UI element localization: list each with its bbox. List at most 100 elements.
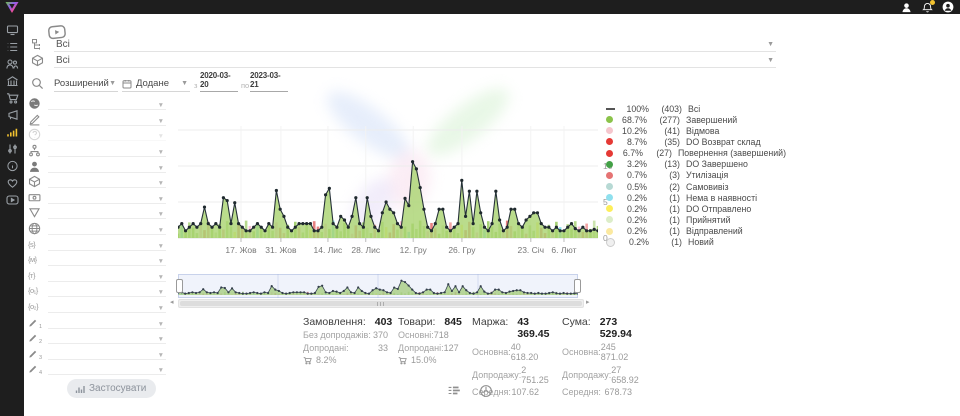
stat-subvalue: 678.73 xyxy=(604,387,632,397)
sidebar-item-tune[interactable] xyxy=(5,143,19,155)
stat-subrow: Допродажу:27 658.92 xyxy=(562,365,632,385)
filter-select-pencil-2[interactable]: 2▼ xyxy=(28,330,164,346)
legend-label: Повернення (завершений) xyxy=(678,148,786,158)
list-view-icon[interactable] xyxy=(447,384,461,398)
legend-item[interactable]: 0.2%(1)Відправлений xyxy=(606,226,786,237)
filter-select-field-o2[interactable]: {о₂}▼ xyxy=(28,299,164,315)
legend-count: (3) xyxy=(647,170,680,180)
legend-item[interactable]: 8.7%(35)DO Возврат склад xyxy=(606,136,786,147)
legend-count: (1) xyxy=(647,226,680,236)
filter-select-line xyxy=(48,347,166,360)
legend-count: (1) xyxy=(647,204,680,214)
sidebar-item-screen[interactable] xyxy=(5,24,19,36)
legend-label: Всі xyxy=(688,104,700,114)
date-field-select[interactable]: Додане ▼ xyxy=(122,76,190,92)
stat-title: Маржа: xyxy=(472,316,508,328)
legend-item[interactable]: 100%(403)Всі xyxy=(606,103,786,114)
product-filter-select[interactable]: Всі ▼ xyxy=(54,53,776,68)
apply-button[interactable]: Застосувати xyxy=(67,379,156,398)
sidebar-item-customers[interactable] xyxy=(5,58,19,70)
sidebar-item-warehouse[interactable] xyxy=(5,75,19,87)
x-tick-label: 23. Січ xyxy=(517,245,544,255)
x-tick-label: 28. Лис xyxy=(351,245,380,255)
chevron-down-icon: ▼ xyxy=(158,305,164,312)
legend-dot-swatch xyxy=(606,150,613,157)
user-icon[interactable] xyxy=(900,1,912,13)
sidebar-item-marketing[interactable] xyxy=(5,109,19,121)
filter-select-payment[interactable]: ▼ xyxy=(28,190,164,206)
legend-label: Відправлений xyxy=(686,226,743,236)
scrollbar-thumb[interactable] xyxy=(180,301,582,306)
status-filter-select[interactable]: Всі ▼ xyxy=(54,37,776,52)
filter-select-person[interactable]: ▼ xyxy=(28,158,164,174)
stat-subrow: Допродані:33 xyxy=(303,343,388,353)
filter-select-pencil-4[interactable]: 4▼ xyxy=(28,361,164,377)
chart-legend: 100%(403)Всі68.7%(277)Завершений10.2%(41… xyxy=(606,103,786,248)
stat-value: 403 xyxy=(375,316,393,328)
sidebar-item-analytics[interactable] xyxy=(5,126,19,138)
filter-select-field-t[interactable]: {т}▼ xyxy=(28,268,164,284)
orders-dynamics-chart[interactable] xyxy=(178,98,598,248)
legend-label: Завершений xyxy=(686,115,737,125)
stat-header: Маржа:43 369.45 xyxy=(472,316,539,340)
navigator-selection[interactable] xyxy=(178,274,578,298)
filter-select-product[interactable]: ▼ xyxy=(28,174,164,190)
legend-item[interactable]: 10.2%(41)Відмова xyxy=(606,125,786,136)
legend-dot-swatch xyxy=(606,216,613,223)
filter-panel: ▼▼▼▼▼▼▼▼▼{s}▼{м}▼{т}▼{о₁}▼{о₂}▼1▼2▼3▼4▼ xyxy=(28,96,164,377)
stat-value: 845 xyxy=(444,316,462,328)
calendar-icon xyxy=(122,79,132,89)
x-tick-label: 17. Жов xyxy=(225,245,256,255)
legend-item[interactable]: 0.2%(1)DO Отправлено xyxy=(606,203,786,214)
legend-dot-swatch xyxy=(606,183,613,190)
chevron-down-icon: ▼ xyxy=(767,41,776,48)
legend-item[interactable]: 0.2%(1)Прийнятий xyxy=(606,214,786,225)
filter-select-globe[interactable]: ▼ xyxy=(28,221,164,237)
sidebar-item-support[interactable] xyxy=(5,177,19,189)
legend-item[interactable]: 3.2%(13)DO Завершено xyxy=(606,159,786,170)
filter-select-funnel[interactable]: ▼ xyxy=(28,205,164,221)
legend-item[interactable]: 0.2%(1)Новий xyxy=(606,237,786,248)
filter-select-globe-dark[interactable]: ▼ xyxy=(28,96,164,112)
legend-pct: 0.2% xyxy=(613,204,647,214)
navigator-handle-right[interactable] xyxy=(574,279,581,293)
stat-subrow: Допродані:127 xyxy=(398,343,444,353)
legend-label: Самовивіз xyxy=(686,182,729,192)
filter-select-structure[interactable]: ▼ xyxy=(28,143,164,159)
stat-subrow: Основна:40 618.20 xyxy=(472,342,539,362)
chevron-down-icon: ▼ xyxy=(158,165,164,172)
legend-item[interactable]: 68.7%(277)Завершений xyxy=(606,114,786,125)
filter-select-field-s[interactable]: {s}▼ xyxy=(28,236,164,252)
sidebar-item-orders[interactable] xyxy=(5,41,19,53)
legend-item[interactable]: 0.5%(2)Самовивіз xyxy=(606,181,786,192)
app-logo[interactable] xyxy=(4,1,20,14)
search-mode-select[interactable]: Розширений ▼ xyxy=(54,76,118,92)
filter-select-field-m[interactable]: {м}▼ xyxy=(28,252,164,268)
legend-item[interactable]: 0.2%(1)Нема в наявності xyxy=(606,192,786,203)
filter-select-line xyxy=(48,97,166,110)
avatar-icon[interactable] xyxy=(942,1,954,13)
scroll-right-icon[interactable]: ▸ xyxy=(586,299,590,306)
filter-select-pencil-3[interactable]: 3▼ xyxy=(28,346,164,362)
sidebar-item-cart[interactable] xyxy=(5,92,19,104)
filter-select-field-o1[interactable]: {о₁}▼ xyxy=(28,283,164,299)
navigator-scrollbar[interactable] xyxy=(178,299,584,308)
bell-icon[interactable] xyxy=(921,1,933,13)
sidebar-item-info[interactable] xyxy=(5,160,19,172)
legend-item[interactable]: 0.7%(3)Утилізація xyxy=(606,170,786,181)
filter-select-help[interactable]: ▼ xyxy=(28,127,164,143)
filter-select-pencil-1[interactable]: 1▼ xyxy=(28,314,164,330)
sidebar-item-video[interactable] xyxy=(5,194,19,206)
date-from-input[interactable]: 2020-03-20 xyxy=(200,76,238,92)
products-view-icon[interactable] xyxy=(479,384,493,398)
legend-dot-swatch xyxy=(606,138,613,145)
navigator-handle-left[interactable] xyxy=(176,279,183,293)
filter-select-line xyxy=(48,300,166,313)
scroll-left-icon[interactable]: ◂ xyxy=(170,299,174,306)
field-s-icon: {s} xyxy=(28,238,41,251)
apply-button-label: Застосувати xyxy=(89,383,146,394)
filter-select-signature[interactable]: ▼ xyxy=(28,112,164,128)
legend-pct: 3.2% xyxy=(613,159,647,169)
date-to-input[interactable]: 2023-03-21 xyxy=(250,76,288,92)
legend-item[interactable]: 6.7%(27)Повернення (завершений) xyxy=(606,148,786,159)
